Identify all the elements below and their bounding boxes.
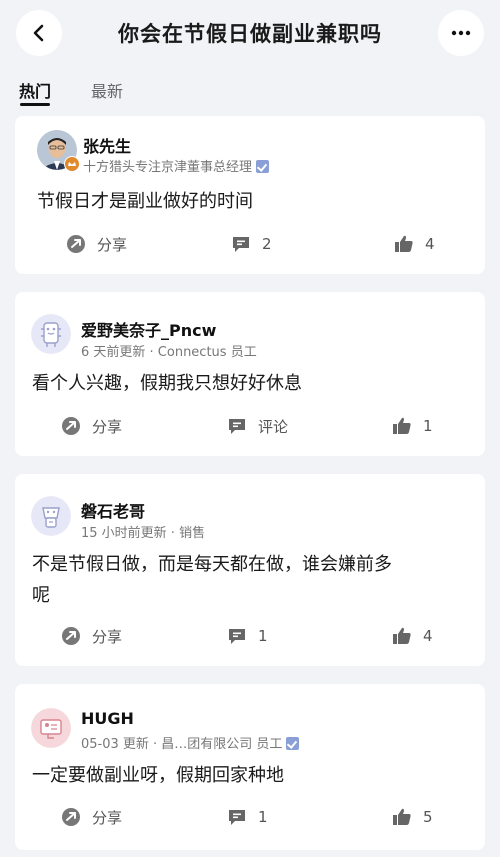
comment-button[interactable]: 评论 <box>226 412 288 440</box>
comment-icon <box>229 419 245 434</box>
author-name[interactable]: 张先生 <box>83 133 131 157</box>
comment-button[interactable]: 2 <box>230 230 272 258</box>
comment-count: 1 <box>258 627 268 645</box>
comment-icon <box>229 810 245 825</box>
post-card[interactable]: HUGH 05-03 更新 · 昌…团有限公司 员工 一定要做副业呀，假期回家种… <box>15 684 485 850</box>
post-content-line: 不是节假日做，而是每天都在做，谁会嫌前多 <box>32 554 392 575</box>
like-button[interactable]: 4 <box>391 622 433 650</box>
post-content: 一定要做副业呀，假期回家种地 <box>32 765 284 786</box>
tab-latest[interactable]: 最新 <box>91 78 123 102</box>
share-label: 分享 <box>92 417 123 436</box>
author-name[interactable]: 磐石老哥 <box>81 498 145 522</box>
tab-bar: 热门 最新 <box>0 76 500 106</box>
crown-badge-icon <box>64 156 80 172</box>
verified-icon <box>286 737 300 750</box>
author-meta: 15 小时前更新 · 销售 <box>81 526 206 541</box>
back-button[interactable] <box>16 10 62 56</box>
post-actions: 分享 1 4 <box>15 622 485 650</box>
thumbs-up-icon <box>393 417 411 434</box>
post-card[interactable]: 爱野美奈子_Pncw 6 天前更新 · Connectus 员工 看个人兴趣，假… <box>15 292 485 456</box>
author-meta: 05-03 更新 · 昌…团有限公司 员工 <box>81 733 300 752</box>
post-actions: 分享 评论 1 <box>15 412 485 440</box>
avatar[interactable] <box>31 496 71 536</box>
post-content: 不是节假日做，而是每天都在做，谁会嫌前多 呢 <box>32 549 465 611</box>
page-title: 你会在节假日做副业兼职吗 <box>118 22 382 46</box>
share-button[interactable]: 分享 <box>60 622 122 650</box>
share-icon <box>62 417 80 435</box>
author-name[interactable]: 爱野美奈子_Pncw <box>81 317 216 341</box>
thumbs-up-icon <box>393 627 411 644</box>
share-button[interactable]: 分享 <box>65 230 127 258</box>
share-button[interactable]: 分享 <box>60 412 122 440</box>
tab-hot[interactable]: 热门 <box>19 78 51 102</box>
post-content-line: 呢 <box>32 585 50 606</box>
avatar[interactable] <box>31 314 71 354</box>
comment-count: 1 <box>258 808 268 826</box>
post-actions: 分享 2 4 <box>15 230 485 258</box>
comment-button[interactable]: 1 <box>226 803 268 831</box>
like-count: 4 <box>425 235 435 253</box>
share-label: 分享 <box>92 808 123 827</box>
comment-button[interactable]: 1 <box>226 622 268 650</box>
header-bar: 你会在节假日做副业兼职吗 <box>0 0 500 64</box>
share-icon <box>67 235 85 253</box>
comment-count: 2 <box>262 235 272 253</box>
post-content: 节假日才是副业做好的时间 <box>37 191 253 212</box>
author-meta: 6 天前更新 · Connectus 员工 <box>81 345 257 360</box>
robot-avatar-icon <box>31 496 71 536</box>
card-avatar-icon <box>31 708 71 748</box>
like-count: 4 <box>423 627 433 645</box>
verified-icon <box>256 160 270 173</box>
share-label: 分享 <box>92 627 123 646</box>
comment-label: 评论 <box>258 417 289 436</box>
share-icon <box>62 808 80 826</box>
like-count: 5 <box>423 808 433 826</box>
more-button[interactable] <box>438 10 484 56</box>
share-label: 分享 <box>97 235 128 254</box>
share-icon <box>62 627 80 645</box>
active-tab-indicator <box>20 103 50 106</box>
comment-icon <box>233 237 249 252</box>
thumbs-up-icon <box>393 808 411 825</box>
author-meta-text: 05-03 更新 · 昌…团有限公司 员工 <box>81 737 283 752</box>
post-card[interactable]: 张先生 十方猎头专注京津董事总经理 节假日才是副业做好的时间 分享 2 4 <box>15 116 485 274</box>
avatar[interactable] <box>31 708 71 748</box>
author-name[interactable]: HUGH <box>81 709 134 728</box>
comment-icon <box>229 629 245 644</box>
robot-avatar-icon <box>31 314 71 354</box>
post-content: 看个人兴趣，假期我只想好好休息 <box>32 373 302 394</box>
chevron-left-icon <box>33 24 44 42</box>
share-button[interactable]: 分享 <box>60 803 122 831</box>
thumbs-up-icon <box>395 235 413 252</box>
author-meta-text: 十方猎头专注京津董事总经理 <box>83 160 253 175</box>
author-meta: 十方猎头专注京津董事总经理 <box>83 156 270 175</box>
like-button[interactable]: 4 <box>393 230 435 258</box>
like-button[interactable]: 5 <box>391 803 433 831</box>
more-dots-icon <box>451 30 471 36</box>
post-card[interactable]: 磐石老哥 15 小时前更新 · 销售 不是节假日做，而是每天都在做，谁会嫌前多 … <box>15 474 485 666</box>
like-count: 1 <box>423 417 433 435</box>
like-button[interactable]: 1 <box>391 412 433 440</box>
post-actions: 分享 1 5 <box>15 803 485 831</box>
avatar[interactable] <box>37 130 80 172</box>
